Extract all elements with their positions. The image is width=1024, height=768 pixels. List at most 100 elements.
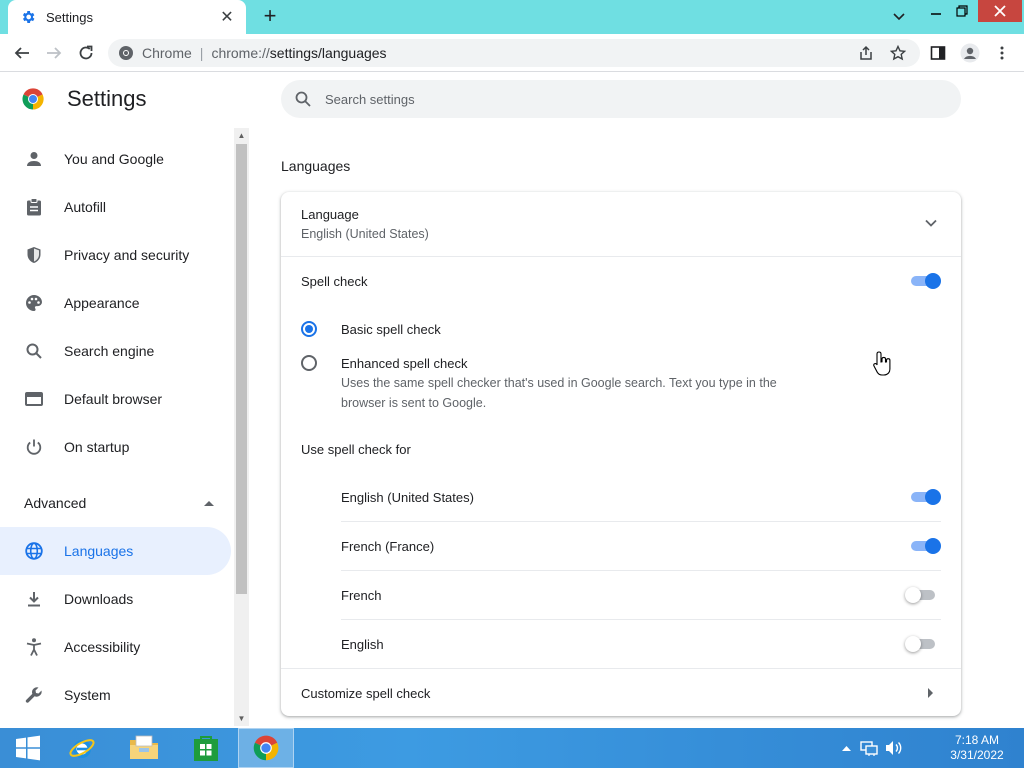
settings-sidebar: You and Google Autofill Privacy and secu… <box>0 135 234 725</box>
sidebar-item-label: Accessibility <box>64 639 141 655</box>
sidebar-item-languages[interactable]: Languages <box>0 527 231 575</box>
show-hidden-icons-icon[interactable] <box>838 728 854 768</box>
basic-spell-check-radio[interactable] <box>301 321 317 337</box>
sidebar-item-search-engine[interactable]: Search engine <box>0 327 231 375</box>
spell-check-toggle[interactable] <box>909 273 941 289</box>
advanced-section-toggle[interactable]: Advanced <box>24 483 214 523</box>
enhanced-spell-check-description: Uses the same spell checker that's used … <box>341 376 777 390</box>
forward-button[interactable] <box>41 41 67 65</box>
clock-date: 3/31/2022 <box>950 748 1004 762</box>
search-settings-input[interactable] <box>325 91 885 107</box>
address-bar[interactable]: Chrome | chrome://settings/languages <box>108 39 920 67</box>
close-tab-icon[interactable]: ✕ <box>218 7 236 27</box>
languages-card: Language English (United States) Spell c… <box>281 192 961 716</box>
caret-up-icon <box>204 501 214 506</box>
side-panel-icon[interactable] <box>926 41 950 65</box>
chevron-down-icon[interactable] <box>888 6 910 28</box>
browser-titlebar: Settings ✕ + <box>0 0 1024 34</box>
sidebar-item-label: Autofill <box>64 199 107 215</box>
basic-spell-check-label: Basic spell check <box>341 322 441 337</box>
divider <box>341 521 941 522</box>
store-taskbar-button[interactable] <box>178 728 234 768</box>
windows-store-icon <box>194 736 218 761</box>
window-close-button[interactable] <box>978 0 1022 22</box>
person-icon <box>24 149 44 169</box>
browser-toolbar: Chrome | chrome://settings/languages <box>0 34 1024 72</box>
search-settings-box[interactable] <box>281 80 961 118</box>
profile-avatar-icon[interactable] <box>958 41 982 65</box>
sidebar-item-you-and-google[interactable]: You and Google <box>0 135 231 183</box>
new-tab-button[interactable]: + <box>258 5 282 29</box>
minimize-button[interactable] <box>926 0 946 22</box>
sidebar-item-privacy-and-security[interactable]: Privacy and security <box>0 231 231 279</box>
windows-taskbar: 7:18 AM 3/31/2022 <box>0 728 1024 768</box>
spell-language-label: English (United States) <box>341 490 474 505</box>
sidebar-item-label: Privacy and security <box>64 247 190 263</box>
back-button[interactable] <box>9 41 35 65</box>
sidebar-item-label: Default browser <box>64 391 163 407</box>
sidebar-item-downloads[interactable]: Downloads <box>0 575 231 623</box>
folder-icon <box>130 735 158 759</box>
sidebar-item-accessibility[interactable]: Accessibility <box>0 623 231 671</box>
spell-language-toggle-french[interactable] <box>905 587 937 603</box>
url-path: settings/languages <box>269 45 387 61</box>
reload-icon <box>79 45 93 60</box>
gear-icon <box>22 11 35 23</box>
caret-right-icon <box>928 688 933 698</box>
spell-language-label: French <box>341 588 382 603</box>
more-menu-icon[interactable] <box>990 41 1014 65</box>
sidebar-item-autofill[interactable]: Autofill <box>0 183 231 231</box>
share-icon[interactable] <box>854 41 878 65</box>
enhanced-spell-check-description-2: browser is sent to Google. <box>341 396 487 410</box>
hand-pointer-cursor-icon <box>873 351 891 376</box>
search-icon <box>24 341 44 361</box>
omnibox-separator: | <box>199 45 204 61</box>
chrome-icon <box>253 735 279 761</box>
windows-logo-icon <box>16 735 40 761</box>
spell-language-toggle-english[interactable] <box>905 636 937 652</box>
browser-window-icon <box>24 389 44 409</box>
file-explorer-taskbar-button[interactable] <box>116 728 172 768</box>
sidebar-item-label: Downloads <box>64 591 134 607</box>
spell-language-label: English <box>341 637 384 652</box>
chrome-taskbar-button[interactable] <box>238 728 294 768</box>
network-icon[interactable] <box>858 728 880 768</box>
language-row[interactable]: Language English (United States) <box>281 192 961 256</box>
power-icon <box>24 437 44 457</box>
star-icon[interactable] <box>886 41 910 65</box>
customize-spell-check-row[interactable]: Customize spell check <box>281 669 961 716</box>
spell-check-label: Spell check <box>301 274 368 289</box>
speaker-icon[interactable] <box>883 728 905 768</box>
scrollbar-thumb[interactable] <box>236 144 247 594</box>
scroll-up-arrow-icon[interactable]: ▲ <box>234 129 249 143</box>
reload-button[interactable] <box>73 41 99 65</box>
internet-explorer-taskbar-button[interactable] <box>54 728 110 768</box>
sidebar-item-default-browser[interactable]: Default browser <box>0 375 231 423</box>
sidebar-item-on-startup[interactable]: On startup <box>0 423 231 471</box>
search-icon <box>295 91 311 107</box>
url-prefix: chrome:// <box>211 45 270 61</box>
chrome-logo-icon <box>22 88 44 110</box>
sidebar-item-label: Appearance <box>64 295 140 311</box>
sidebar-item-label: Languages <box>64 543 134 559</box>
wrench-icon <box>24 685 44 705</box>
sidebar-item-label: You and Google <box>64 151 164 167</box>
clock-time: 7:18 AM <box>954 733 1000 747</box>
spell-language-label: French (France) <box>341 539 435 554</box>
chevron-down-icon <box>925 219 937 227</box>
sidebar-item-appearance[interactable]: Appearance <box>0 279 231 327</box>
sidebar-item-label: System <box>64 687 111 703</box>
sidebar-item-label: Search engine <box>64 343 155 359</box>
shield-icon <box>24 245 44 265</box>
taskbar-clock[interactable]: 7:18 AM 3/31/2022 <box>940 733 1014 763</box>
windows-start-button[interactable] <box>0 728 56 768</box>
scroll-down-arrow-icon[interactable]: ▼ <box>234 712 249 726</box>
tab-settings[interactable]: Settings ✕ <box>8 0 246 34</box>
sidebar-item-system[interactable]: System <box>0 671 231 719</box>
enhanced-spell-check-radio[interactable] <box>301 355 317 371</box>
divider <box>281 256 961 257</box>
spell-language-toggle-french-france[interactable] <box>909 538 941 554</box>
restore-button[interactable] <box>952 0 972 22</box>
customize-spell-check-label: Customize spell check <box>301 686 431 701</box>
spell-language-toggle-english-us[interactable] <box>909 489 941 505</box>
